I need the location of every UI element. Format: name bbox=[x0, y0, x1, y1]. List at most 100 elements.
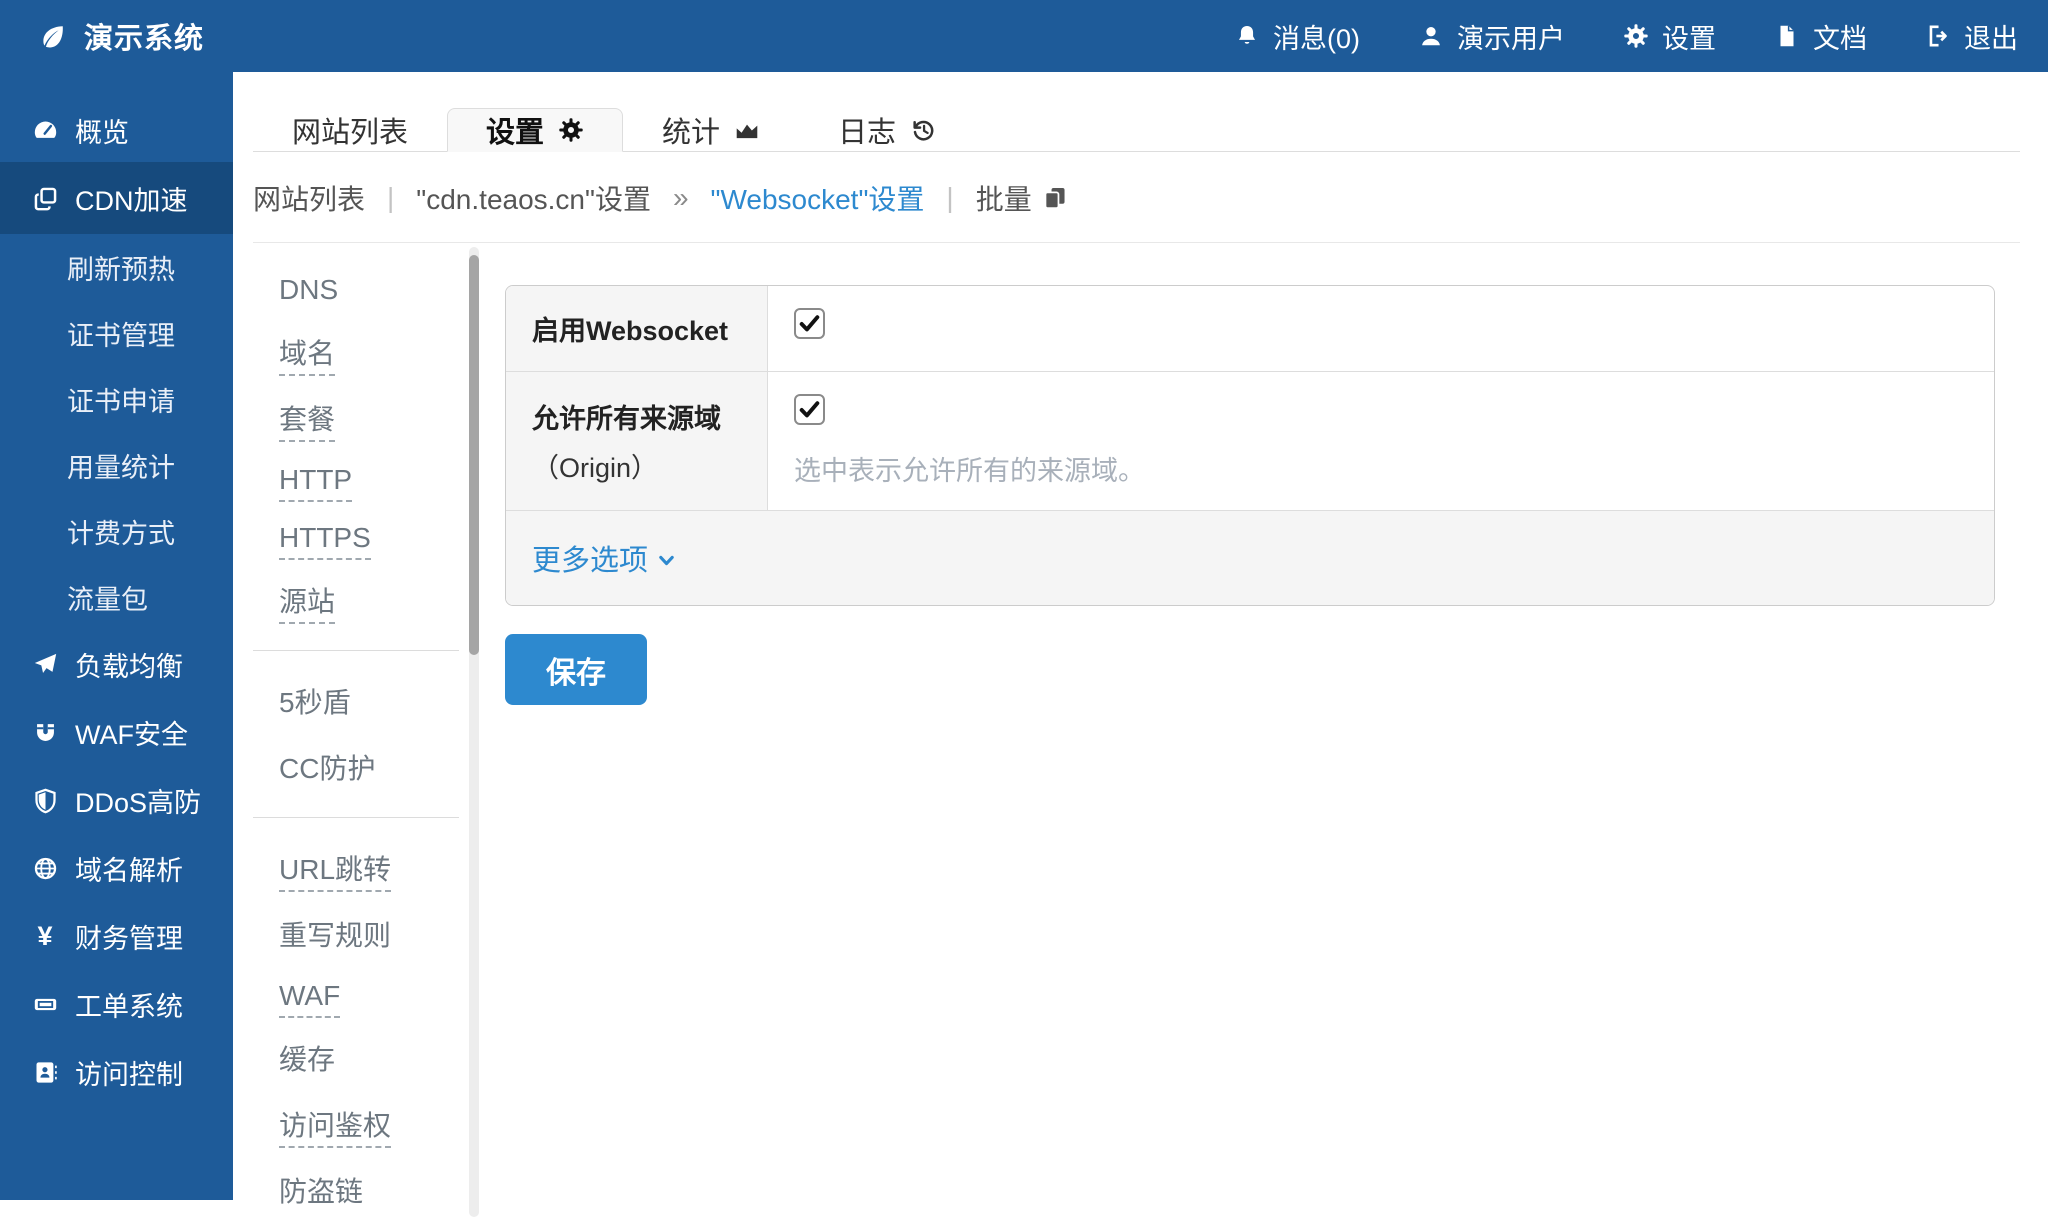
panel-footer: 更多选项 bbox=[506, 511, 1994, 605]
breadcrumb: 网站列表 | "cdn.teaos.cn"设置 » "Websocket"设置 … bbox=[253, 152, 2020, 243]
enable-websocket-checkbox[interactable] bbox=[794, 308, 825, 339]
sidebar-item-cert-apply[interactable]: 证书申请 bbox=[0, 366, 233, 432]
tab-site-list[interactable]: 网站列表 bbox=[253, 108, 447, 152]
tab-settings[interactable]: 设置 bbox=[447, 108, 623, 152]
more-options-link[interactable]: 更多选项 bbox=[532, 537, 677, 579]
submenu-item-https[interactable]: HTTPS bbox=[233, 509, 485, 567]
submenu-item-cc-protect[interactable]: CC防护 bbox=[233, 734, 485, 800]
sidebar-item-load-balance[interactable]: 负载均衡 bbox=[0, 630, 233, 698]
sidebar-item-cert-manage[interactable]: 证书管理 bbox=[0, 300, 233, 366]
sidebar-item-dns-resolve[interactable]: 域名解析 bbox=[0, 834, 233, 902]
area-chart-icon bbox=[734, 117, 760, 143]
check-icon bbox=[797, 311, 822, 336]
sidebar: 概览 CDN加速 刷新预热 证书管理 证书申请 用量统计 计费方式 流量包 负载… bbox=[0, 72, 233, 1200]
paper-plane-icon bbox=[32, 651, 59, 678]
copy-icon bbox=[1042, 185, 1068, 211]
tab-statistics[interactable]: 统计 bbox=[623, 108, 799, 152]
app-brand[interactable]: 演示系统 bbox=[0, 15, 204, 57]
submenu-item-auth[interactable]: 访问鉴权 bbox=[233, 1091, 485, 1157]
sidebar-item-finance[interactable]: ¥ 财务管理 bbox=[0, 902, 233, 970]
messages-label: 消息(0) bbox=[1273, 17, 1360, 56]
submenu-item-cache[interactable]: 缓存 bbox=[233, 1025, 485, 1091]
app-title: 演示系统 bbox=[84, 15, 204, 57]
field-label: 允许所有来源域 （Origin） bbox=[506, 372, 768, 510]
submenu-item-url-redirect[interactable]: URL跳转 bbox=[233, 835, 485, 901]
submenu-item-5s-shield[interactable]: 5秒盾 bbox=[233, 668, 485, 734]
submenu-item-domain[interactable]: 域名 bbox=[233, 319, 485, 385]
form-row-allow-all-origins: 允许所有来源域 （Origin） 选中表示允许所有的来源域。 bbox=[506, 372, 1994, 511]
docs-menu-item[interactable]: 文档 bbox=[1774, 17, 1867, 56]
settings-submenu: DNS 域名 套餐 HTTP HTTPS 源站 5秒盾 CC防护 URL跳转 重… bbox=[233, 243, 485, 1223]
shield-icon bbox=[32, 787, 59, 814]
breadcrumb-arrow: » bbox=[673, 182, 689, 214]
submenu-item-rewrite-rules[interactable]: 重写规则 bbox=[233, 901, 485, 967]
submenu-item-origin[interactable]: 源站 bbox=[233, 567, 485, 633]
sidebar-item-label: CDN加速 bbox=[75, 179, 188, 218]
submenu-item-dns[interactable]: DNS bbox=[233, 261, 485, 319]
breadcrumb-separator: | bbox=[946, 182, 953, 214]
sidebar-item-billing-mode[interactable]: 计费方式 bbox=[0, 498, 233, 564]
sidebar-item-tickets[interactable]: 工单系统 bbox=[0, 970, 233, 1038]
tab-bar: 网站列表 设置 统计 日志 bbox=[253, 108, 2020, 152]
sidebar-item-refresh-prewarm[interactable]: 刷新预热 bbox=[0, 234, 233, 300]
sidebar-item-label: 概览 bbox=[75, 111, 129, 150]
user-label: 演示用户 bbox=[1457, 17, 1565, 56]
chevron-down-icon bbox=[656, 550, 677, 571]
field-label: 启用Websocket bbox=[506, 286, 768, 371]
tab-logs[interactable]: 日志 bbox=[799, 108, 975, 152]
gear-icon bbox=[558, 117, 584, 143]
submenu-item-plan[interactable]: 套餐 bbox=[233, 385, 485, 451]
sidebar-item-traffic-pack[interactable]: 流量包 bbox=[0, 564, 233, 630]
breadcrumb-separator: | bbox=[387, 182, 394, 214]
sidebar-item-access-control[interactable]: 访问控制 bbox=[0, 1038, 233, 1106]
submenu-scrollbar-thumb[interactable] bbox=[469, 255, 479, 655]
gear-icon bbox=[1623, 23, 1649, 49]
yen-icon: ¥ bbox=[37, 923, 52, 950]
sidebar-item-waf-security[interactable]: WAF安全 bbox=[0, 698, 233, 766]
address-book-icon bbox=[32, 1059, 59, 1086]
submenu-item-http[interactable]: HTTP bbox=[233, 451, 485, 509]
field-help-text: 选中表示允许所有的来源域。 bbox=[794, 449, 1968, 488]
sidebar-item-cdn[interactable]: CDN加速 bbox=[0, 162, 233, 234]
clone-icon bbox=[32, 185, 59, 212]
user-icon bbox=[1418, 23, 1444, 49]
bell-icon bbox=[1234, 23, 1260, 49]
main-content: 网站列表 设置 统计 日志 网站列表 | "cdn.teaos.cn"设置 » … bbox=[233, 72, 2048, 1200]
settings-panel: 启用Websocket 允许所有来源域 （Origin） bbox=[505, 285, 1995, 606]
sign-out-icon bbox=[1925, 23, 1951, 49]
history-icon bbox=[910, 117, 936, 143]
field-sublabel: （Origin） bbox=[532, 446, 753, 485]
ticket-icon bbox=[32, 991, 59, 1018]
magnet-icon bbox=[32, 719, 59, 746]
sidebar-item-ddos[interactable]: DDoS高防 bbox=[0, 766, 233, 834]
breadcrumb-site-list[interactable]: 网站列表 bbox=[253, 178, 365, 218]
logout-menu-item[interactable]: 退出 bbox=[1925, 17, 2018, 56]
allow-all-origins-checkbox[interactable] bbox=[794, 394, 825, 425]
cdn-submenu: 刷新预热 证书管理 证书申请 用量统计 计费方式 流量包 bbox=[0, 234, 233, 630]
docs-label: 文档 bbox=[1813, 17, 1867, 56]
sidebar-item-overview[interactable]: 概览 bbox=[0, 98, 233, 162]
dashboard-icon bbox=[32, 117, 59, 144]
user-menu-item[interactable]: 演示用户 bbox=[1418, 17, 1565, 56]
logout-label: 退出 bbox=[1964, 17, 2018, 56]
submenu-item-hotlink[interactable]: 防盗链 bbox=[233, 1157, 485, 1223]
breadcrumb-websocket-settings[interactable]: "Websocket"设置 bbox=[711, 178, 925, 218]
sidebar-item-usage-stats[interactable]: 用量统计 bbox=[0, 432, 233, 498]
top-navbar: 演示系统 消息(0) 演示用户 设置 文档 退出 bbox=[0, 0, 2048, 72]
save-button[interactable]: 保存 bbox=[505, 634, 647, 705]
form-row-enable-websocket: 启用Websocket bbox=[506, 286, 1994, 372]
check-icon bbox=[797, 397, 822, 422]
leaf-icon bbox=[38, 21, 68, 51]
websocket-settings-form: 启用Websocket 允许所有来源域 （Origin） bbox=[485, 243, 2048, 1223]
submenu-divider bbox=[253, 817, 459, 818]
globe-icon bbox=[32, 855, 59, 882]
submenu-divider bbox=[253, 650, 459, 651]
breadcrumb-domain-settings[interactable]: "cdn.teaos.cn"设置 bbox=[416, 178, 651, 218]
messages-menu-item[interactable]: 消息(0) bbox=[1234, 17, 1360, 56]
breadcrumb-batch[interactable]: 批量 bbox=[976, 178, 1068, 218]
navbar-menu: 消息(0) 演示用户 设置 文档 退出 bbox=[1234, 17, 2048, 56]
submenu-item-waf[interactable]: WAF bbox=[233, 967, 485, 1025]
settings-label: 设置 bbox=[1662, 17, 1716, 56]
document-icon bbox=[1774, 23, 1800, 49]
settings-menu-item[interactable]: 设置 bbox=[1623, 17, 1716, 56]
